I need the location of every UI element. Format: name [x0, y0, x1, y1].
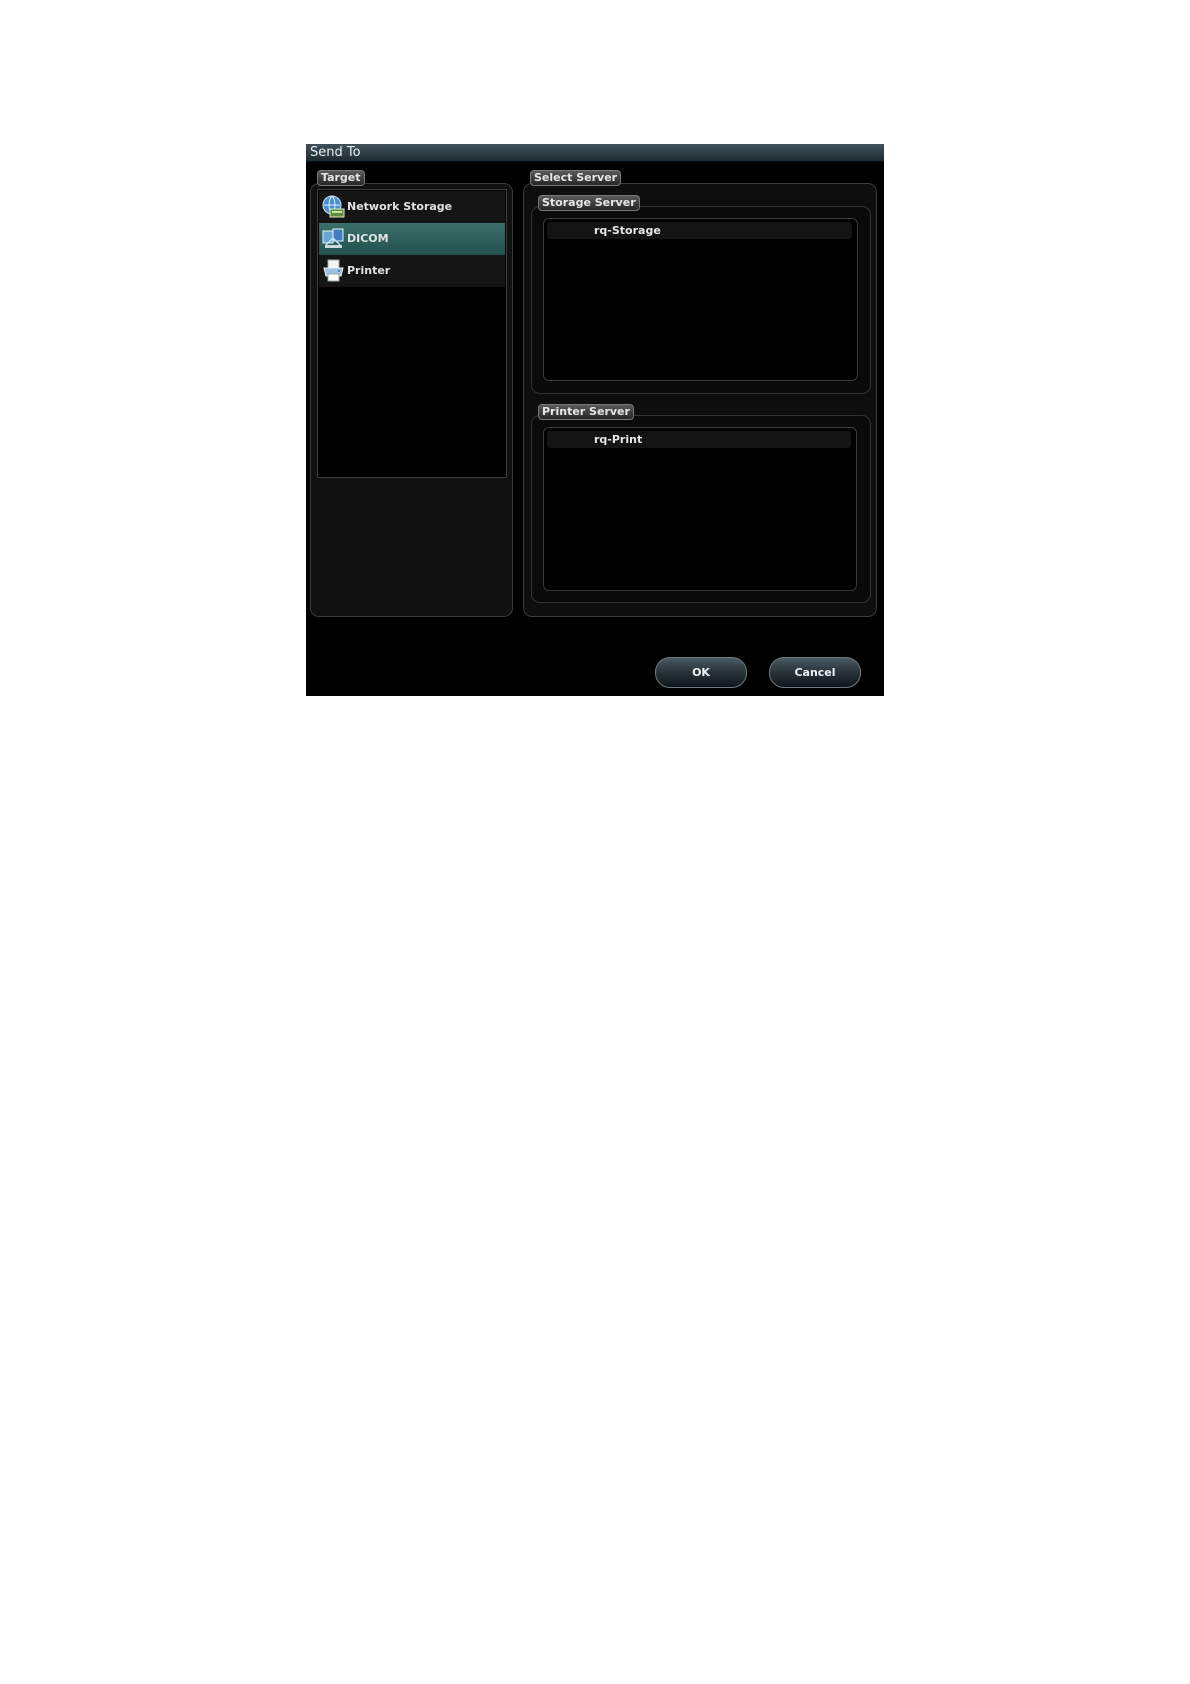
- target-item-printer[interactable]: Printer: [319, 255, 505, 287]
- dialog-title: Send To: [310, 145, 361, 160]
- dialog-title-bar[interactable]: Send To: [306, 144, 884, 162]
- target-item-dicom[interactable]: DICOM: [319, 223, 505, 255]
- target-group-label: Target: [317, 170, 365, 186]
- storage-server-list[interactable]: rq-Storage: [543, 218, 858, 381]
- ok-button[interactable]: OK: [655, 657, 747, 688]
- cancel-button[interactable]: Cancel: [769, 657, 861, 688]
- target-item-label: Network Storage: [347, 200, 453, 213]
- storage-server-row[interactable]: rq-Storage: [547, 222, 852, 239]
- target-item-label: Printer: [347, 264, 391, 277]
- printer-server-label: Printer Server: [538, 404, 634, 420]
- printer-icon: [323, 259, 344, 282]
- printer-server-list[interactable]: rq-Print: [543, 427, 857, 591]
- select-server-label: Select Server: [530, 170, 622, 186]
- target-item-network-storage[interactable]: Network Storage: [319, 191, 505, 223]
- target-item-label: DICOM: [347, 232, 389, 245]
- printer-server-name: rq-Print: [594, 433, 643, 446]
- storage-server-label: Storage Server: [538, 195, 640, 211]
- printer-server-row[interactable]: rq-Print: [547, 431, 851, 448]
- storage-server-name: rq-Storage: [594, 224, 661, 237]
- target-list: Network Storage DICOM Printer: [317, 189, 507, 478]
- dicom-icon: [322, 228, 344, 248]
- network-storage-icon: [322, 195, 345, 218]
- send-to-dialog: Send To Target Network Storage DICOM Pri…: [306, 144, 884, 696]
